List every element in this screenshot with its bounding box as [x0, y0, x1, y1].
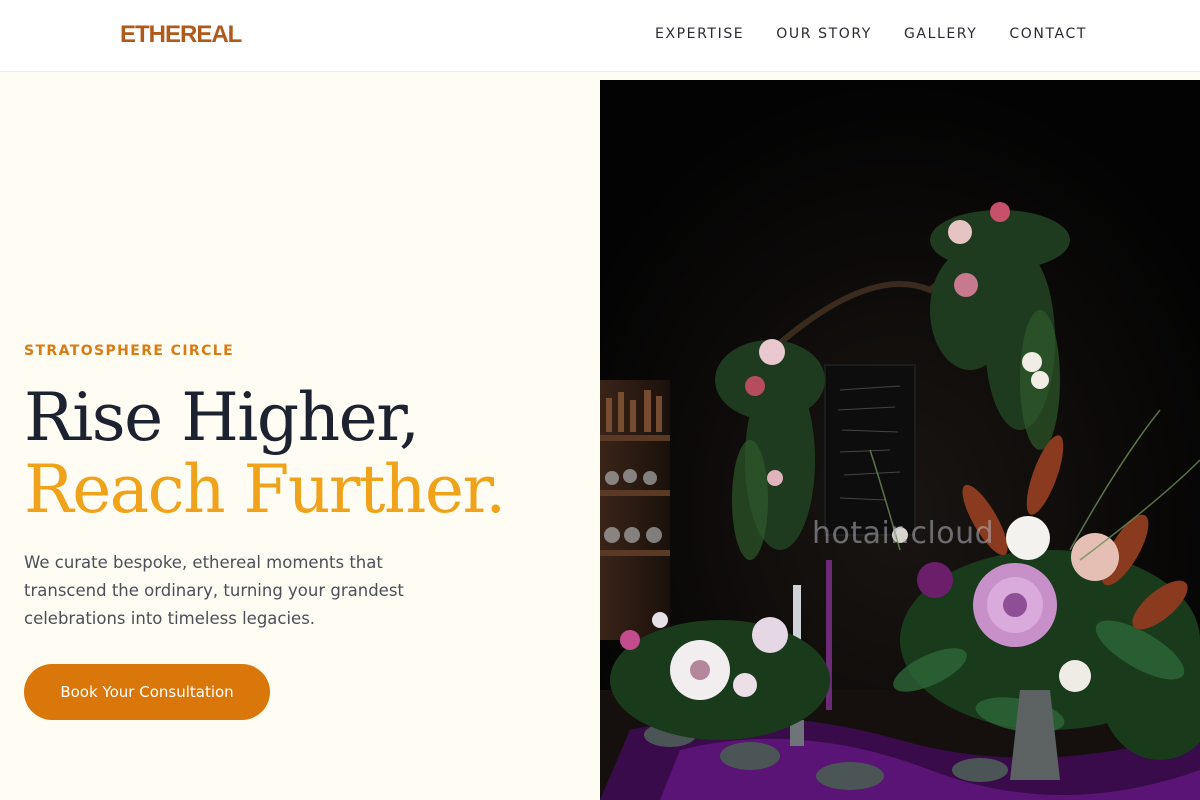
- image-watermark: hotair.cloud: [812, 516, 995, 551]
- hero-headline-line1: Rise Higher,: [24, 379, 420, 456]
- hero-description: We curate bespoke, ethereal moments that…: [24, 553, 404, 628]
- hero-content: STRATOSPHERE CIRCLE Rise Higher, Reach F…: [24, 80, 600, 800]
- hero-eyebrow: STRATOSPHERE CIRCLE: [24, 343, 235, 359]
- nav-link-expertise[interactable]: EXPERTISE: [655, 26, 744, 42]
- hero-floral-image: hotair.cloud: [600, 80, 1200, 800]
- bar-shelves: [600, 380, 670, 640]
- nav-link-gallery[interactable]: GALLERY: [904, 26, 977, 42]
- hero-headline-line2: Reach Further.: [24, 451, 506, 528]
- hero-headline: Rise Higher, Reach Further.: [24, 379, 506, 528]
- nav-link-contact[interactable]: CONTACT: [1009, 26, 1087, 42]
- brand-logo[interactable]: ETHEREAL: [120, 21, 242, 49]
- site-header: ETHEREAL EXPERTISE OUR STORY GALLERY CON…: [0, 0, 1200, 72]
- floral-illustration: [600, 80, 1200, 800]
- nav-link-our-story[interactable]: OUR STORY: [776, 26, 872, 42]
- book-consultation-button[interactable]: Book Your Consultation: [24, 664, 270, 720]
- main-nav: EXPERTISE OUR STORY GALLERY CONTACT: [655, 26, 1087, 42]
